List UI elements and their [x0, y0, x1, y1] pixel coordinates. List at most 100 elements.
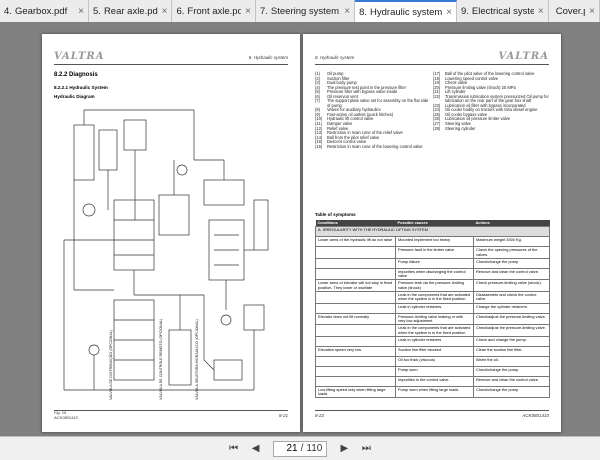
action-cell: Remove and clean the control valve.	[473, 375, 550, 387]
table-row: Pump failure Check/change the pump.	[315, 257, 550, 269]
tab-3[interactable]: 7.Steering system.pdf ×	[255, 0, 356, 22]
close-icon[interactable]: ×	[78, 6, 84, 17]
action-cell: Check/adjust the pressure-limiting valve…	[473, 312, 550, 326]
tab-4[interactable]: 8.Hydraulic system.pdf×	[355, 0, 457, 22]
document-viewer[interactable]: VALTRA 8. Hydraulic system 8.2.2 Diagnos…	[0, 22, 600, 436]
tab-number: 5.	[93, 5, 101, 17]
table-title: Table of symptoms	[315, 212, 356, 217]
action-cell: Maximum weight 3300 Kg.	[473, 236, 550, 248]
close-icon[interactable]: ×	[589, 6, 595, 17]
legend-number: (16)	[315, 143, 323, 149]
page-heading: 8.2.2 Diagnosis	[54, 72, 98, 78]
action-cell: Check the opening pressures of the valve…	[473, 246, 550, 259]
document-code: ACK0801410	[522, 413, 549, 418]
page-indicator: / 110	[272, 440, 328, 457]
condition-cell	[315, 257, 396, 269]
legend-number: (28)	[433, 125, 441, 131]
condition-cell	[315, 302, 396, 314]
table-row: A. IRREGULARITY WITH THE HYDRAULIC LIFTI…	[315, 226, 550, 238]
close-icon[interactable]: ×	[446, 7, 452, 18]
close-icon[interactable]: ×	[245, 6, 251, 17]
condition-cell: Low lifting speed only when lifting larg…	[315, 385, 396, 399]
table-row: Low lifting speed only when lifting larg…	[315, 385, 550, 399]
section-title: 8. Hydraulic system	[315, 55, 355, 60]
action-cell: Check/change the pump.	[473, 385, 550, 399]
tab-1[interactable]: 5. Rear axle.pdf ×	[89, 0, 173, 22]
tab-label: Gearbox.pdf	[14, 5, 68, 17]
legend-text: Restriction in main cone of the lowering…	[327, 143, 423, 149]
table-row: Leak in cylinder retainers Check and chan…	[315, 335, 550, 347]
current-page-input[interactable]	[277, 443, 298, 454]
tab-label: Hydraulic system.pdf	[370, 6, 443, 18]
action-cell: Change the cylinder retainers.	[473, 302, 550, 314]
pdf-page-right: 8. Hydraulic system VALTRA (1) Oil pump (2…	[303, 34, 561, 432]
next-page-button[interactable]: ▶	[337, 441, 351, 457]
legend-text: Steering cylinder	[445, 125, 476, 131]
condition-cell	[315, 291, 396, 304]
group-heading: A. IRREGULARITY WITH THE HYDRAULIC LIFTI…	[315, 226, 550, 238]
cause-cell: Pump worn	[395, 365, 474, 377]
page-footer: 8-21	[54, 410, 288, 420]
action-cell: Remove and clean the control valve.	[473, 267, 550, 281]
cause-cell: Pressure-limiting valve leaking or with …	[395, 312, 474, 326]
close-icon[interactable]: ×	[162, 6, 168, 17]
tab-0[interactable]: 4. Gearbox.pdf ×	[0, 0, 89, 22]
tab-6[interactable]: Cover.pdf ×	[548, 0, 600, 22]
condition-cell: Lower arms of elevator will not stay in …	[315, 279, 396, 293]
cause-cell: Leak in cylinder retainers.	[395, 302, 474, 314]
page-navigation-bar: ⏮ ◀ / 110 ▶ ⏭	[0, 436, 600, 460]
page-header: 8. Hydraulic system VALTRA	[315, 51, 549, 65]
action-cell: Clean the suction line filter.	[473, 345, 550, 357]
legend-item: (28) Steering cylinder	[433, 125, 549, 132]
table-row: Impurities when discharging the control …	[315, 267, 550, 281]
previous-page-button[interactable]: ◀	[249, 441, 263, 457]
cause-cell: Leak in cylinder retainers	[395, 335, 474, 347]
table-row: Leak in cylinder retainers. Change the cy…	[315, 302, 550, 314]
first-page-button[interactable]: ⏮	[227, 441, 241, 457]
tab-5[interactable]: 9.Electrical system.pdf ×	[456, 0, 549, 22]
condition-cell: Elevation speed very low	[315, 345, 396, 357]
tab-number: 6.	[176, 5, 185, 17]
tab-2[interactable]: 6. Front axle.pdf ×	[172, 0, 256, 22]
condition-cell	[315, 375, 396, 387]
action-cell: Check/change the pump.	[473, 257, 550, 269]
table-row: Elevator does not lift normally Pressure-…	[315, 312, 550, 326]
page-separator: /	[300, 443, 304, 454]
condition-cell	[315, 335, 396, 347]
column-header: Actions	[473, 220, 550, 227]
legend-column-left: (1) Oil pump (2) Suction filter (3) Dual body…	[315, 71, 431, 150]
cause-cell: Suction line filter blocked	[395, 345, 474, 357]
condition-cell	[315, 355, 396, 367]
legend-column-right: (17) Ball of the pilot valve of the lower…	[433, 71, 549, 132]
action-cell: Check/change the pump.	[473, 365, 550, 377]
valve-label: VALVULA DE DISTRIBUIÇÃO (OPCIONAL)	[108, 330, 113, 400]
cause-cell: Pressure leak via the pressure-limiting …	[395, 279, 474, 293]
total-pages: 110	[306, 443, 323, 454]
cause-cell: Impurities in the control valve.	[395, 375, 474, 387]
cause-cell: Pump failure	[395, 257, 474, 269]
legend-item: (16) Restriction in main cone of the lowe…	[315, 143, 431, 150]
tab-label: Rear axle.pdf	[103, 5, 158, 17]
last-page-button[interactable]: ⏭	[359, 441, 373, 457]
page-header: VALTRA 8. Hydraulic system	[54, 51, 288, 65]
column-header: Conditions	[315, 220, 396, 227]
section-title: 8. Hydraulic system	[248, 55, 288, 60]
action-cell: Check pressure-limiting valve (shock).	[473, 279, 550, 293]
table-row: Elevation speed very low Suction line fil…	[315, 345, 550, 357]
close-icon[interactable]: ×	[538, 6, 544, 17]
action-cell: Check and change the pump.	[473, 335, 550, 347]
tab-bar: 4. Gearbox.pdf × 5. Rear axle.pdf × 6. Front ax…	[0, 0, 600, 22]
tab-number: 8.	[359, 6, 368, 18]
valve-label: VÁLVULA DE CONTROLE REMOTO (OPCIONAL)	[159, 319, 163, 400]
valtra-logo: VALTRA	[498, 51, 549, 62]
tab-number: 9.	[460, 5, 469, 17]
table-row: Leak in the components that are activate…	[315, 324, 550, 337]
valtra-logo: VALTRA	[54, 51, 105, 62]
close-icon[interactable]: ×	[344, 6, 350, 17]
tab-label: Front axle.pdf	[187, 5, 242, 17]
valve-label: VÁLVULA SELETORA HIDRÁULICO (OPCIONAL)	[195, 319, 199, 400]
cause-cell: Impurities when discharging the control …	[395, 267, 474, 281]
table-row: Lower arms of elevator will not stay in …	[315, 279, 550, 293]
hydraulic-diagram: VALVULA DE DISTRIBUIÇÃO (OPCIONAL) VÁLVU…	[63, 109, 269, 400]
table-row: Pressure fault in the limiter valve Check…	[315, 246, 550, 259]
